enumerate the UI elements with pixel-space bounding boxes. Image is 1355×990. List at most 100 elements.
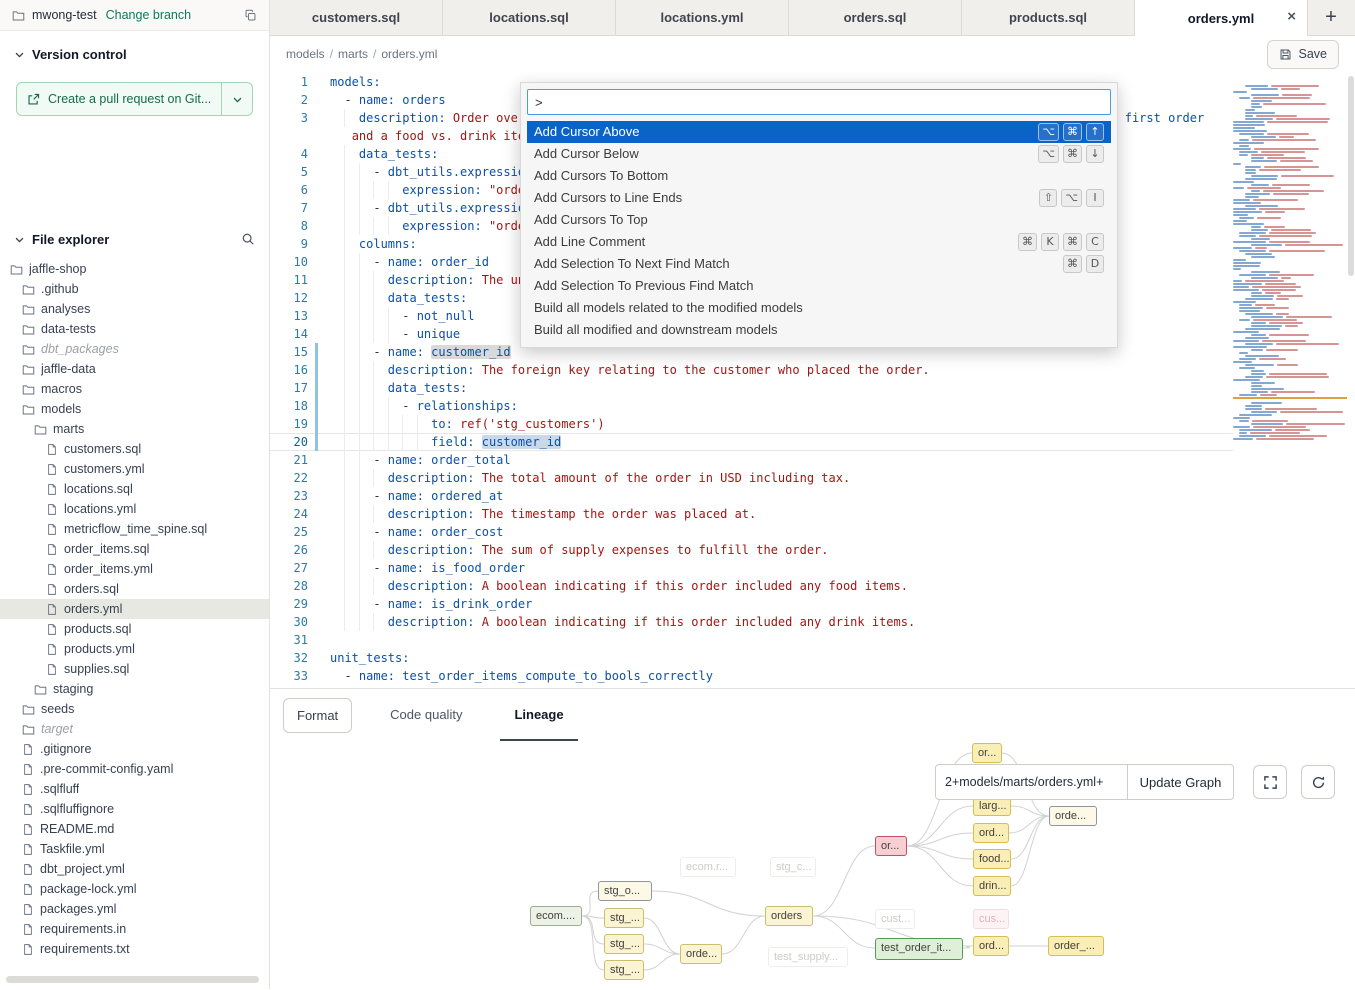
tree-item-staging[interactable]: staging <box>0 679 269 699</box>
tree-item-Taskfile.yml[interactable]: Taskfile.yml <box>0 839 269 859</box>
close-icon[interactable]: × <box>1287 8 1296 26</box>
tree-item-models[interactable]: models <box>0 399 269 419</box>
tree-item-README.md[interactable]: README.md <box>0 819 269 839</box>
tree-item-requirements.txt[interactable]: requirements.txt <box>0 939 269 959</box>
code-line-25[interactable]: 25 - name: order_cost <box>270 523 1233 541</box>
lineage-node-or[interactable]: or... <box>972 743 1002 763</box>
code-line-27[interactable]: 27 - name: is_food_order <box>270 559 1233 577</box>
command-item[interactable]: Add Cursors To Top <box>527 209 1111 231</box>
lineage-node-test_supply[interactable]: test_supply... <box>768 947 848 967</box>
tab-code-quality[interactable]: Code quality <box>376 689 476 741</box>
command-item[interactable]: Add Cursor Below⌥⌘↓ <box>527 143 1111 165</box>
lineage-node-stg_[interactable]: stg_... <box>604 908 644 928</box>
code-line-19[interactable]: 19 to: ref('stg_customers') <box>270 415 1233 433</box>
tree-item-jaffle-shop[interactable]: jaffle-shop <box>0 259 269 279</box>
tab-locations.sql[interactable]: locations.sql <box>443 0 616 35</box>
tree-item-jaffle-data[interactable]: jaffle-data <box>0 359 269 379</box>
code-line-31[interactable]: 31 <box>270 631 1233 649</box>
command-item[interactable]: Add Cursors To Bottom <box>527 165 1111 187</box>
tree-item-.sqlfluff[interactable]: .sqlfluff <box>0 779 269 799</box>
lineage-node-stg_c[interactable]: stg_c... <box>770 857 816 877</box>
save-button[interactable]: Save <box>1267 40 1340 69</box>
sidebar-horizontal-scrollbar[interactable] <box>6 976 259 983</box>
code-line-24[interactable]: 24 description: The timestamp the order … <box>270 505 1233 523</box>
lineage-node-cust[interactable]: cust... <box>875 909 915 929</box>
copy-icon[interactable] <box>244 9 257 22</box>
lineage-node-ecomr[interactable]: ecom.r... <box>680 857 736 877</box>
tree-item-order_items.sql[interactable]: order_items.sql <box>0 539 269 559</box>
tree-item-dbt_packages[interactable]: dbt_packages <box>0 339 269 359</box>
tree-item-customers.yml[interactable]: customers.yml <box>0 459 269 479</box>
code-line-21[interactable]: 21 - name: order_total <box>270 451 1233 469</box>
lineage-node-orders[interactable]: orders <box>765 906 813 926</box>
tree-item-target[interactable]: target <box>0 719 269 739</box>
minimap[interactable] <box>1233 85 1347 441</box>
code-line-29[interactable]: 29 - name: is_drink_order <box>270 595 1233 613</box>
file-explorer-header[interactable]: File explorer <box>0 216 269 257</box>
tree-item-orders.yml[interactable]: orders.yml <box>0 599 269 619</box>
tree-item-.sqlfluffignore[interactable]: .sqlfluffignore <box>0 799 269 819</box>
lineage-node-drin[interactable]: drin... <box>973 876 1011 896</box>
tab-products.sql[interactable]: products.sql <box>962 0 1135 35</box>
tree-item-marts[interactable]: marts <box>0 419 269 439</box>
code-line-26[interactable]: 26 description: The sum of supply expens… <box>270 541 1233 559</box>
tab-orders.sql[interactable]: orders.sql <box>789 0 962 35</box>
code-line-17[interactable]: 17 data_tests: <box>270 379 1233 397</box>
format-button[interactable]: Format <box>283 698 352 733</box>
lineage-node-ecom[interactable]: ecom.... <box>530 906 582 926</box>
tree-item-analyses[interactable]: analyses <box>0 299 269 319</box>
lineage-node-order_[interactable]: order_... <box>1048 936 1104 956</box>
command-item[interactable]: Add Selection To Previous Find Match <box>527 275 1111 297</box>
breadcrumb-orders.yml[interactable]: orders.yml <box>381 47 437 61</box>
command-item[interactable]: Add Selection To Next Find Match⌘D <box>527 253 1111 275</box>
tree-item-order_items.yml[interactable]: order_items.yml <box>0 559 269 579</box>
code-line-18[interactable]: 18 - relationships: <box>270 397 1233 415</box>
lineage-node-ord[interactable]: ord... <box>973 823 1009 843</box>
lineage-node-ord[interactable]: ord... <box>973 936 1009 956</box>
version-control-header[interactable]: Version control <box>0 31 269 72</box>
lineage-node-stg_o[interactable]: stg_o... <box>598 881 652 901</box>
tree-item-dbt_project.yml[interactable]: dbt_project.yml <box>0 859 269 879</box>
fullscreen-button[interactable] <box>1253 765 1287 799</box>
code-line-32[interactable]: 32unit_tests: <box>270 649 1233 667</box>
tree-item-.gitignore[interactable]: .gitignore <box>0 739 269 759</box>
command-item[interactable]: Build all modified and downstream models <box>527 319 1111 341</box>
tree-item-locations.sql[interactable]: locations.sql <box>0 479 269 499</box>
lineage-node-orde[interactable]: orde... <box>680 944 722 964</box>
command-item[interactable]: Add Line Comment⌘K⌘C <box>527 231 1111 253</box>
change-branch-link[interactable]: Change branch <box>106 8 191 22</box>
tree-item-orders.sql[interactable]: orders.sql <box>0 579 269 599</box>
command-item[interactable]: Build all models related to the modified… <box>527 297 1111 319</box>
breadcrumb-models[interactable]: models <box>286 47 325 61</box>
tree-item-requirements.in[interactable]: requirements.in <box>0 919 269 939</box>
lineage-node-food[interactable]: food... <box>973 849 1011 869</box>
create-pr-dropdown-button[interactable] <box>222 83 252 115</box>
code-line-20[interactable]: 20 field: customer_id <box>270 433 1233 451</box>
tree-item-packages.yml[interactable]: packages.yml <box>0 899 269 919</box>
update-graph-button[interactable]: Update Graph <box>1127 764 1234 800</box>
code-line-22[interactable]: 22 description: The total amount of the … <box>270 469 1233 487</box>
code-line-16[interactable]: 16 description: The foreign key relating… <box>270 361 1233 379</box>
tree-item-supplies.sql[interactable]: supplies.sql <box>0 659 269 679</box>
tree-item-customers.sql[interactable]: customers.sql <box>0 439 269 459</box>
tab-orders.yml[interactable]: orders.yml× <box>1135 0 1308 36</box>
refresh-button[interactable] <box>1301 765 1335 799</box>
code-editor[interactable]: 1models:2 - name: orders3 description: O… <box>270 72 1355 688</box>
new-tab-button[interactable]: + <box>1308 0 1354 35</box>
code-line-23[interactable]: 23 - name: ordered_at <box>270 487 1233 505</box>
tab-lineage[interactable]: Lineage <box>500 689 577 741</box>
lineage-node-stg_[interactable]: stg_... <box>604 934 644 954</box>
tree-item-seeds[interactable]: seeds <box>0 699 269 719</box>
command-palette-input[interactable] <box>527 89 1111 115</box>
tree-item-.github[interactable]: .github <box>0 279 269 299</box>
lineage-node-stg_[interactable]: stg_... <box>604 960 644 980</box>
tree-item-locations.yml[interactable]: locations.yml <box>0 499 269 519</box>
lineage-node-test_order_it[interactable]: test_order_it... <box>875 938 963 960</box>
breadcrumb-marts[interactable]: marts <box>338 47 368 61</box>
code-line-28[interactable]: 28 description: A boolean indicating if … <box>270 577 1233 595</box>
tree-item-metricflow_time_spine.sql[interactable]: metricflow_time_spine.sql <box>0 519 269 539</box>
code-line-33[interactable]: 33 - name: test_order_items_compute_to_b… <box>270 667 1233 685</box>
tree-item-package-lock.yml[interactable]: package-lock.yml <box>0 879 269 899</box>
code-line-30[interactable]: 30 description: A boolean indicating if … <box>270 613 1233 631</box>
search-icon[interactable] <box>241 232 255 246</box>
